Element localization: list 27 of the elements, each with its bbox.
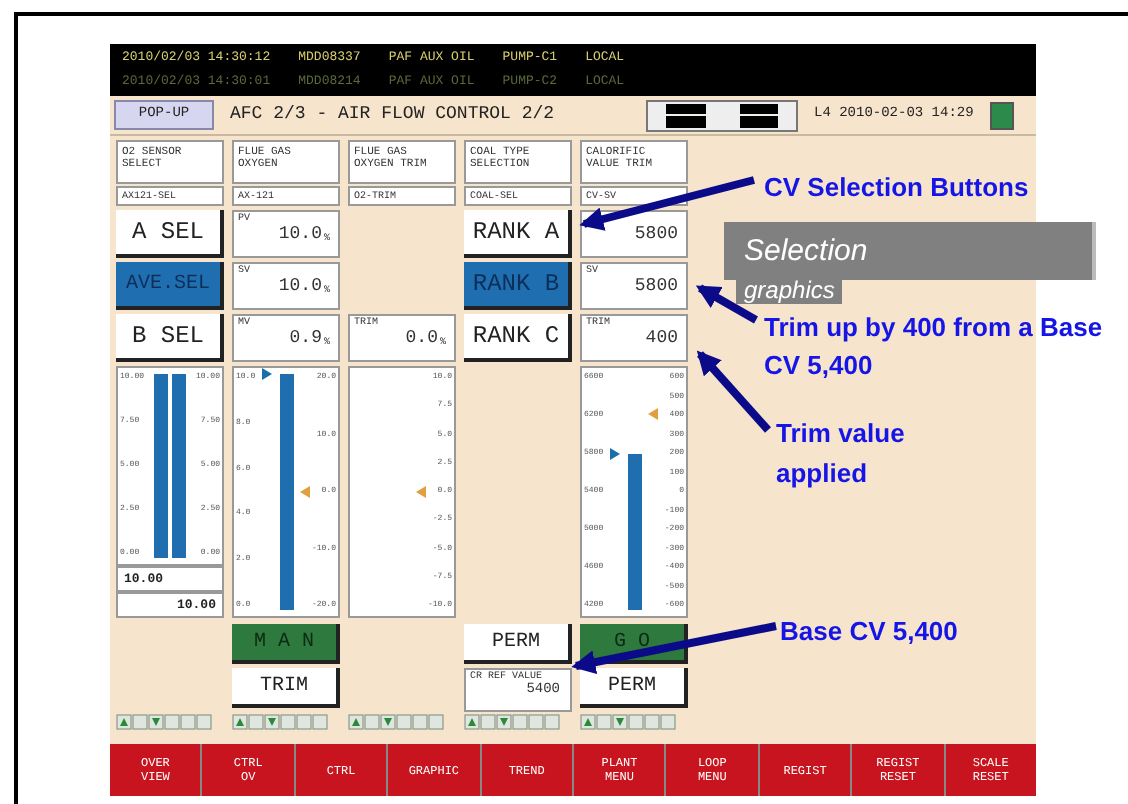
faceplate-icons-drawing (348, 714, 444, 730)
faceplate-icons-drawing (116, 714, 212, 730)
faceplate-icons-drawing (464, 714, 560, 730)
value-text: 10.0 (278, 276, 322, 296)
select-button[interactable]: RANK A (464, 210, 572, 258)
value-text: 0.9 (289, 328, 322, 348)
status-indicator (989, 101, 1014, 129)
select-button[interactable]: RANK C (464, 314, 572, 362)
caption-box: Selection (724, 222, 1096, 280)
select-button[interactable]: A SEL (116, 210, 224, 258)
select-button[interactable]: PERM (580, 668, 688, 708)
annotation-text: Trim up by 400 from a Base CV 5,400 (764, 310, 1105, 384)
value-text: 10.0 (278, 224, 322, 244)
faceplate-icons-drawing (232, 714, 328, 730)
annotation-text: Trim value applied (776, 416, 907, 492)
value-text: 400 (645, 328, 678, 348)
select-button[interactable]: B SEL (116, 314, 224, 362)
caption-text: graphics (736, 278, 843, 304)
select-button[interactable]: TRIM (232, 668, 340, 708)
annotation-text: Base CV 5,400 (780, 614, 958, 650)
value-text: 5800 (634, 224, 678, 244)
annotation-text: CV Selection Buttons (764, 170, 1029, 206)
screen-title: AFC 2/3 - AIR FLOW CONTROL 2/2 (230, 101, 557, 128)
value-text: 5800 (634, 276, 678, 296)
select-button[interactable]: PERM (464, 624, 572, 664)
faceplate-icons-drawing (580, 714, 676, 730)
value-text: 0.0 (405, 328, 438, 348)
